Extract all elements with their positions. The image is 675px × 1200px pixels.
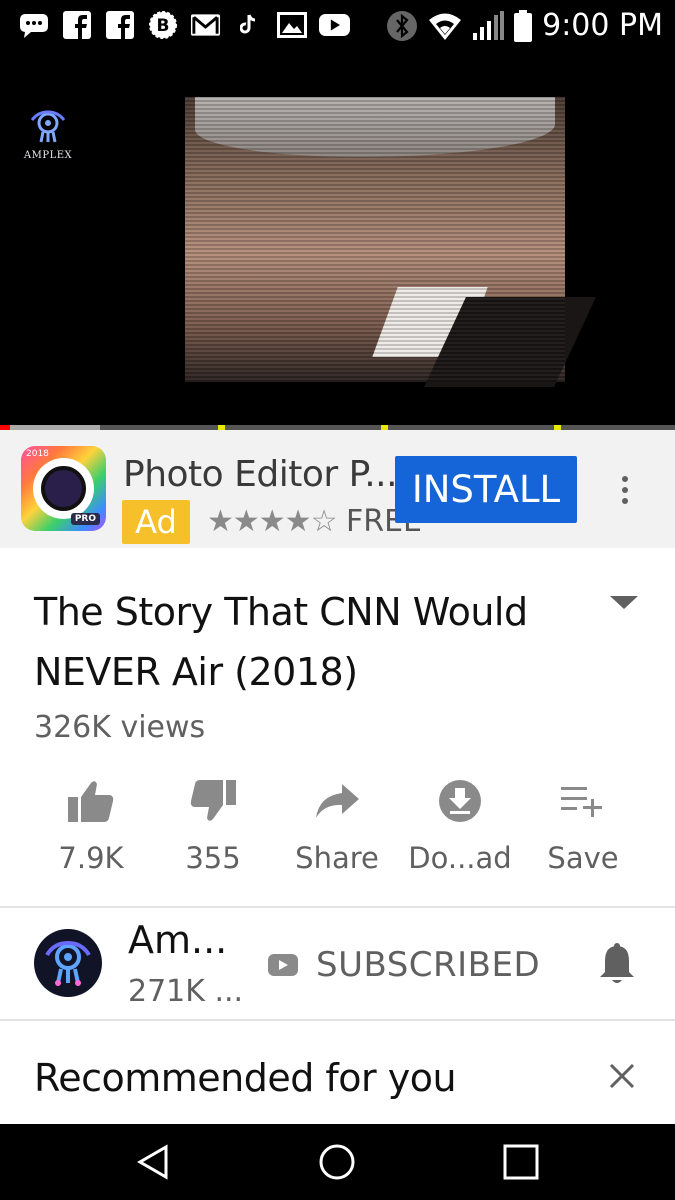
clock: 9:00 PM — [542, 8, 663, 43]
save-button[interactable]: Save — [523, 775, 643, 875]
video-player[interactable]: AMPLEX — [0, 52, 675, 428]
view-count: 326K views — [34, 710, 206, 745]
channel-name[interactable]: Am... — [128, 918, 227, 962]
facebook-icon — [61, 9, 92, 40]
share-button[interactable]: Share — [277, 775, 397, 875]
divider — [0, 1019, 675, 1021]
amplex-logo-icon — [30, 110, 66, 143]
download-label: Do...ad — [408, 841, 512, 875]
recents-button[interactable] — [497, 1138, 545, 1186]
gallery-icon — [276, 9, 307, 40]
dislike-count: 355 — [185, 841, 241, 875]
subscribed-button[interactable]: SUBSCRIBED — [268, 945, 540, 985]
ad-icon-year: 2018 — [26, 449, 49, 459]
subscriber-count: 271K ... — [128, 974, 244, 1009]
channel-avatar[interactable] — [34, 929, 102, 997]
youtube-icon — [268, 954, 298, 976]
channel-watermark: AMPLEX — [22, 110, 74, 161]
back-icon — [136, 1144, 168, 1180]
gmail-icon — [190, 9, 221, 40]
ad-app-icon[interactable]: 2018 PRO — [21, 446, 106, 531]
watermark-text: AMPLEX — [23, 150, 73, 161]
notification-icons: B — [18, 9, 350, 40]
ad-badge: Ad — [122, 500, 190, 544]
recents-icon — [503, 1144, 539, 1180]
ad-title[interactable]: Photo Editor P... — [123, 454, 398, 495]
thumbs-up-icon — [68, 781, 114, 822]
install-button[interactable]: INSTALL — [395, 456, 577, 523]
action-row: 7.9K 355 Share Do...ad Save — [0, 775, 675, 885]
close-icon[interactable] — [607, 1061, 637, 1091]
status-bar: B 9:00 PM — [0, 0, 675, 52]
like-count: 7.9K — [58, 841, 124, 875]
playlist-add-icon — [561, 787, 602, 817]
svg-text:B: B — [156, 16, 169, 36]
dislike-button[interactable]: 355 — [153, 775, 273, 875]
wifi-icon — [429, 13, 462, 40]
tiktok-icon — [233, 9, 264, 40]
home-button[interactable] — [313, 1138, 361, 1186]
more-options-icon[interactable] — [612, 472, 638, 508]
amplex-logo-icon — [45, 940, 91, 986]
system-icons: 9:00 PM — [386, 8, 663, 43]
save-label: Save — [547, 841, 619, 875]
youtube-icon — [319, 9, 350, 40]
notification-bell-icon[interactable] — [598, 942, 636, 986]
messaging-icon — [18, 9, 49, 40]
ad-rating-stars: ★★★★☆ — [207, 504, 337, 539]
ad-icon-pro: PRO — [70, 513, 100, 525]
share-arrow-icon — [316, 784, 359, 818]
video-frame — [185, 97, 596, 387]
ad-banner[interactable]: 2018 PRO Photo Editor P... Ad ★★★★☆ FREE… — [0, 430, 675, 548]
system-navigation-bar — [0, 1124, 675, 1200]
signal-icon — [473, 10, 505, 40]
expand-description-icon[interactable] — [610, 596, 638, 609]
like-button[interactable]: 7.9K — [31, 775, 151, 875]
battery-icon — [514, 9, 533, 42]
bitcoin-icon: B — [147, 9, 178, 40]
subscribed-label: SUBSCRIBED — [316, 945, 541, 985]
thumbs-down-icon — [190, 780, 236, 821]
share-label: Share — [295, 841, 379, 875]
download-button[interactable]: Do...ad — [400, 775, 520, 875]
bluetooth-icon — [387, 10, 418, 41]
video-title[interactable]: The Story That CNN Would NEVER Air (2018… — [34, 582, 594, 702]
back-button[interactable] — [130, 1138, 178, 1186]
recommended-heading: Recommended for you — [34, 1056, 457, 1100]
home-icon — [319, 1144, 355, 1180]
divider — [0, 906, 675, 908]
download-icon — [439, 780, 481, 822]
facebook-icon — [104, 9, 135, 40]
